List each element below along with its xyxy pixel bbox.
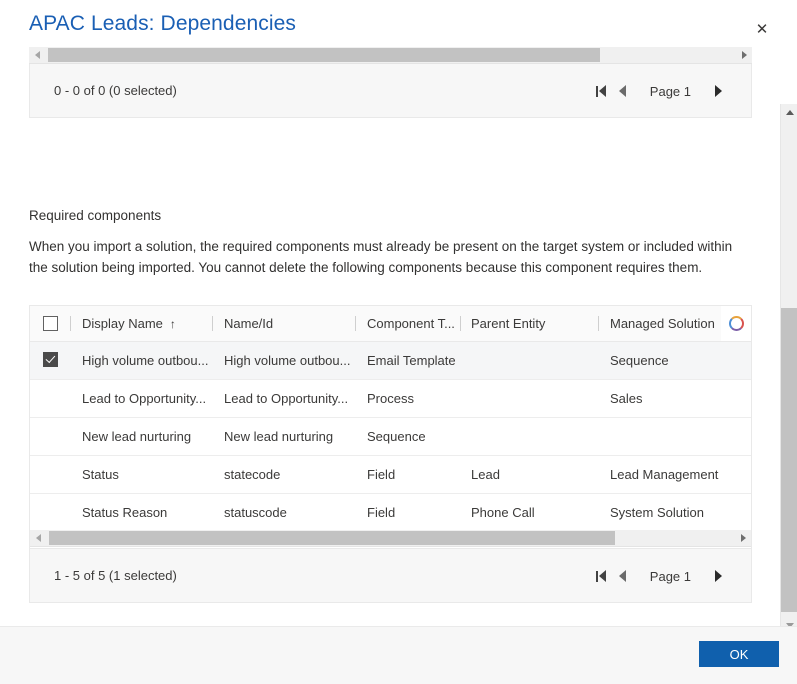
next-page-icon[interactable]	[707, 77, 729, 105]
cell-managed-solution	[610, 418, 745, 455]
cell-name-id: New lead nurturing	[224, 429, 334, 444]
close-icon[interactable]: ✕	[749, 16, 775, 42]
vertical-scrollbar-thumb[interactable]	[781, 308, 797, 612]
column-header-label: Managed Solution	[610, 316, 715, 331]
dialog-footer: OK	[0, 626, 797, 684]
column-header-label: Component T...	[367, 316, 455, 331]
cell-managed-solution: System Solution	[610, 505, 704, 520]
dialog-vertical-scrollbar[interactable]	[780, 104, 797, 634]
table-row[interactable]: High volume outbou... High volume outbou…	[30, 342, 751, 380]
cell-component-type: Process	[367, 391, 414, 406]
next-page-icon[interactable]	[707, 562, 729, 590]
previous-page-icon[interactable]	[612, 562, 634, 590]
column-header-component-type[interactable]: Component T...	[367, 306, 457, 341]
cell-managed-solution: Sales	[610, 391, 643, 406]
cell-component-type: Sequence	[367, 429, 426, 444]
column-header-label: Parent Entity	[471, 316, 546, 331]
cell-display-name: Status	[82, 467, 119, 482]
table-row[interactable]: New lead nurturing New lead nurturing Se…	[30, 418, 751, 456]
grid-pager: 1 - 5 of 5 (1 selected) Page 1	[30, 548, 751, 602]
cell-component-type: Email Template	[367, 353, 456, 368]
first-page-icon[interactable]	[590, 562, 612, 590]
column-separator	[460, 316, 461, 331]
required-components-description: When you import a solution, the required…	[29, 239, 733, 275]
grid-page-label: Page 1	[649, 568, 691, 584]
scroll-left-icon[interactable]	[32, 530, 44, 546]
cell-parent-entity	[471, 342, 601, 379]
cell-parent-entity: Phone Call	[471, 505, 535, 520]
cell-display-name: High volume outbou...	[82, 353, 209, 368]
sort-ascending-icon: ↑	[169, 316, 176, 331]
top-grid-block: 0 - 0 of 0 (0 selected) Page 1	[29, 47, 752, 120]
top-page-label: Page 1	[649, 83, 691, 99]
previous-page-icon[interactable]	[612, 77, 634, 105]
top-horizontal-scrollbar[interactable]	[29, 47, 752, 64]
table-row[interactable]: Lead to Opportunity... Lead to Opportuni…	[30, 380, 751, 418]
column-header-parent-entity[interactable]: Parent Entity	[471, 306, 593, 341]
row-checkbox[interactable]	[43, 352, 58, 367]
required-components-heading: Required components	[29, 208, 162, 223]
top-pager: 0 - 0 of 0 (0 selected) Page 1	[29, 64, 752, 118]
loading-spinner-container	[721, 306, 751, 341]
cell-parent-entity: Lead	[471, 467, 500, 482]
grid-horizontal-scrollbar[interactable]	[30, 530, 751, 547]
cell-component-type: Field	[367, 505, 396, 520]
top-pager-nav: Page 1	[590, 76, 729, 106]
cell-display-name: New lead nurturing	[82, 429, 192, 444]
scroll-up-icon[interactable]	[781, 104, 797, 121]
column-separator	[212, 316, 213, 331]
cell-managed-solution: Lead Management	[610, 467, 719, 482]
table-row[interactable]: Status Reason statuscode Field Phone Cal…	[30, 494, 751, 532]
ok-button[interactable]: OK	[699, 641, 779, 667]
cell-name-id: statuscode	[224, 505, 287, 520]
scroll-right-icon[interactable]	[738, 47, 750, 63]
column-header-name-id[interactable]: Name/Id	[224, 306, 350, 341]
dependencies-dialog: APAC Leads: Dependencies ✕ 0 - 0 of 0 (0…	[0, 0, 797, 684]
cell-name-id: Lead to Opportunity...	[224, 391, 349, 406]
grid-pager-nav: Page 1	[590, 561, 729, 591]
grid-record-count: 1 - 5 of 5 (1 selected)	[54, 568, 177, 583]
column-separator	[70, 316, 71, 331]
cell-parent-entity	[471, 418, 601, 455]
cell-name-id: High volume outbou...	[224, 353, 351, 368]
cell-display-name: Status Reason	[82, 505, 168, 520]
loading-spinner-icon	[728, 316, 744, 331]
column-header-display-name[interactable]: Display Name ↑	[82, 306, 208, 341]
scroll-left-icon[interactable]	[31, 47, 43, 63]
scroll-right-icon[interactable]	[737, 530, 749, 546]
cell-managed-solution: Sequence	[610, 353, 669, 368]
cell-display-name: Lead to Opportunity...	[82, 391, 207, 406]
cell-name-id: statecode	[224, 467, 281, 482]
table-row[interactable]: Status statecode Field Lead Lead Managem…	[30, 456, 751, 494]
column-separator	[355, 316, 356, 331]
grid-scrollbar-thumb[interactable]	[49, 531, 615, 545]
top-record-count: 0 - 0 of 0 (0 selected)	[54, 83, 177, 98]
cell-component-type: Field	[367, 467, 396, 482]
first-page-icon[interactable]	[590, 77, 612, 105]
column-separator	[598, 316, 599, 331]
top-scrollbar-thumb[interactable]	[48, 48, 600, 62]
column-header-label: Display Name	[82, 316, 163, 331]
grid-header-row: Display Name ↑ Name/Id Component T... Pa…	[30, 306, 751, 342]
page-title: APAC Leads: Dependencies	[29, 12, 297, 35]
column-header-label: Name/Id	[224, 316, 274, 331]
cell-parent-entity	[471, 380, 601, 417]
select-all-checkbox[interactable]	[43, 316, 58, 331]
required-components-grid: Display Name ↑ Name/Id Component T... Pa…	[29, 305, 752, 603]
